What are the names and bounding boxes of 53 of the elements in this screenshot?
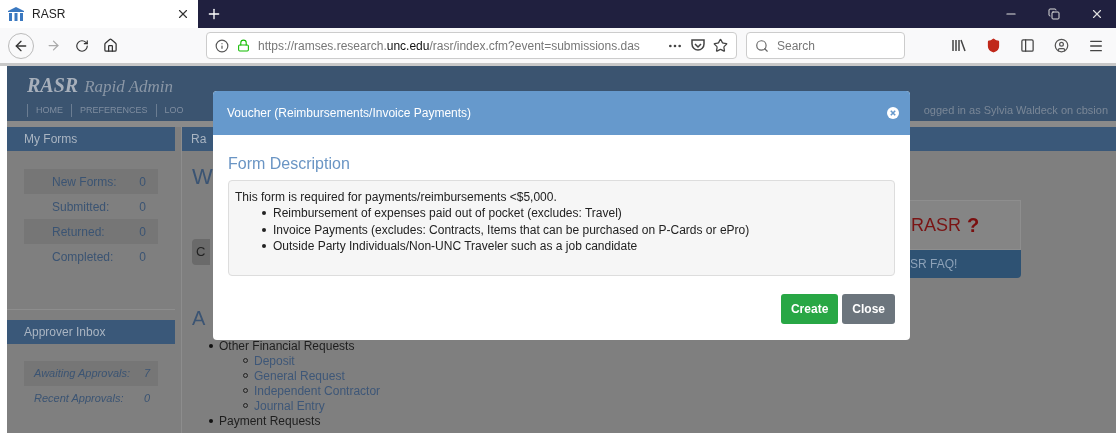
new-tab-icon[interactable] <box>206 6 222 22</box>
bullet-icon <box>262 211 266 216</box>
site-title: RASR <box>27 73 79 98</box>
action-button[interactable]: C <box>192 239 210 265</box>
home-icon[interactable] <box>103 38 118 53</box>
nav-link[interactable]: LOO <box>155 103 192 117</box>
user-info: ogged in as Sylvia Waldeck on cbsion <box>923 103 1108 118</box>
help-title: RASR <box>911 213 961 237</box>
tab-title: RASR <box>32 6 67 23</box>
sidebar-item[interactable]: Recent Approvals: 0 <box>24 386 158 411</box>
search-icon <box>755 38 769 53</box>
sidebar-item[interactable]: Awaiting Approvals: 7 <box>24 361 158 386</box>
address-bar[interactable]: https://ramses.research.unc.edu/rasr/index.cfm?event=submissions.das <box>206 32 737 59</box>
bullet-icon <box>262 227 266 232</box>
panel-header: My Forms <box>7 127 175 151</box>
section-heading: A <box>192 306 206 331</box>
site-subtitle: Rapid Admin <box>84 76 174 98</box>
reload-icon[interactable] <box>75 38 89 53</box>
sidebar-item[interactable]: Returned: 0 <box>24 219 158 244</box>
library-icon[interactable] <box>952 39 967 52</box>
bullet-icon <box>209 418 213 423</box>
modal-title: Voucher (Reimbursements/Invoice Payments) <box>227 105 473 122</box>
bullet-text: Outside Party Individuals/Non-UNC Traveler such as a job candidate <box>273 238 638 256</box>
panel-header: Approver Inbox <box>7 320 175 344</box>
bullet-icon <box>209 343 213 348</box>
sidebar-item[interactable]: New Forms: 0 <box>24 169 158 194</box>
description-text: This form is required for payments/reimbursements <$5,000. <box>235 189 558 205</box>
question-mark: ? <box>967 213 980 238</box>
nav-link[interactable]: PREFERENCES <box>71 103 156 117</box>
close-icon[interactable] <box>1090 7 1104 21</box>
sidebar-item[interactable]: Completed: 0 <box>24 244 158 269</box>
category-label: Payment Requests <box>219 413 321 430</box>
pocket-icon[interactable] <box>691 39 705 52</box>
restore-icon[interactable] <box>1048 8 1060 20</box>
nav-link[interactable]: HOME <box>27 103 71 117</box>
account-icon[interactable] <box>1054 38 1069 53</box>
bullet-text: Reimbursement of expenses paid out of pocket (excludes: Travel) <box>273 205 622 223</box>
bullet-text: Invoice Payments (excludes: Contracts, Items that can be purchased on P-Cards or ePro) <box>273 221 750 239</box>
info-icon[interactable] <box>215 38 229 53</box>
close-button[interactable]: Close <box>842 294 895 324</box>
star-icon[interactable] <box>713 38 728 53</box>
section-title: Form Description <box>228 154 351 174</box>
search-field[interactable]: Search <box>746 32 905 59</box>
building-icon <box>8 7 24 21</box>
close-icon[interactable] <box>176 7 190 21</box>
bullet-icon <box>262 244 266 249</box>
browser-tab[interactable]: RASR <box>0 0 198 28</box>
page-heading: W <box>192 163 213 191</box>
sidebar-icon[interactable] <box>1020 38 1035 53</box>
sidebar-item[interactable]: Submitted: 0 <box>24 194 158 219</box>
shield-icon[interactable] <box>986 38 1001 53</box>
create-button[interactable]: Create <box>780 294 839 324</box>
url-text: https://ramses.research.unc.edu/rasr/index.cfm?event=submissions.das <box>258 37 640 55</box>
